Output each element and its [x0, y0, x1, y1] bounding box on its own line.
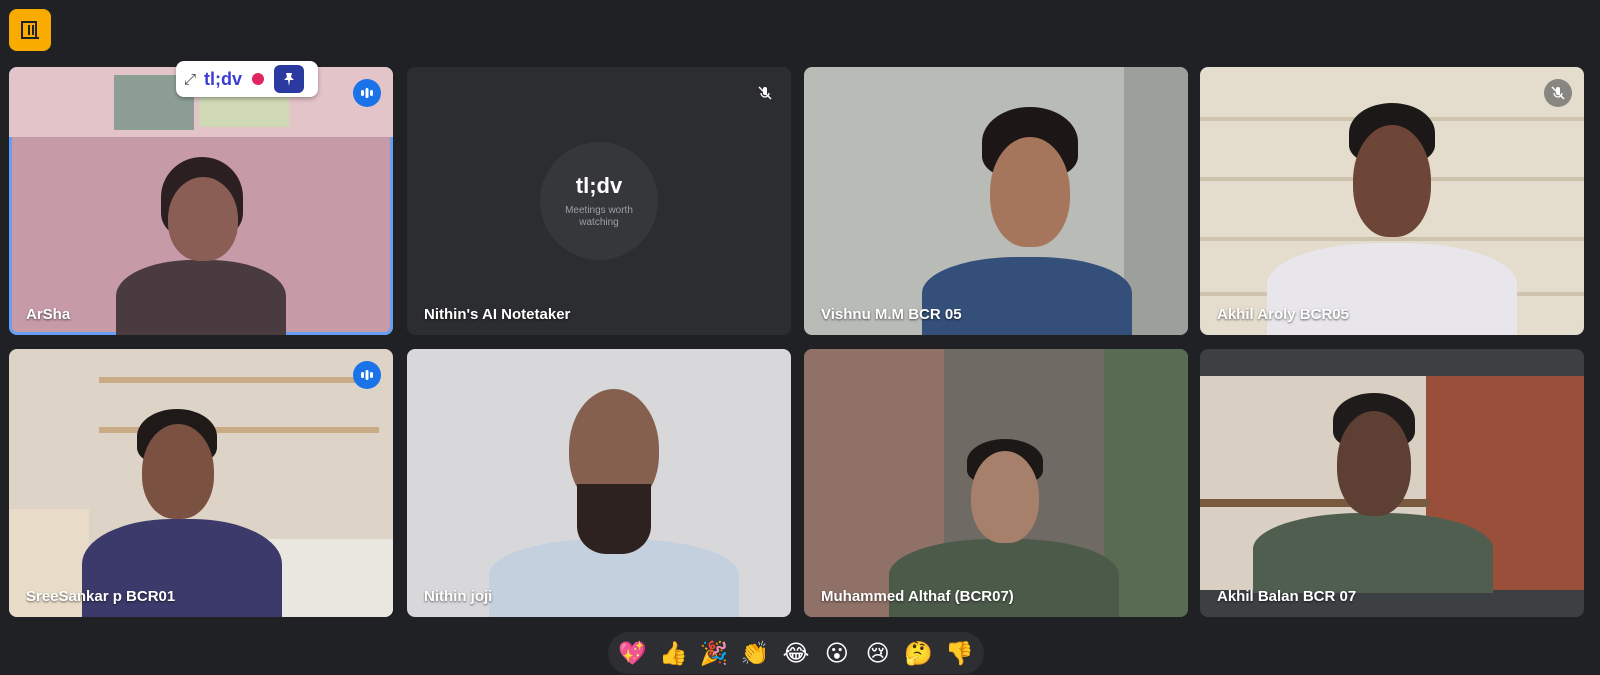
participant-tile[interactable]: tl;dv Meetings worth watching Nithin's A… [407, 67, 791, 335]
reaction-clap-button[interactable]: 👏 [735, 632, 775, 674]
participant-name: Nithin's AI Notetaker [424, 306, 571, 323]
reactions-bar: 💖 👍 🎉 👏 😂 😮 😢 🤔 👎 [608, 632, 984, 674]
reaction-heart-button[interactable]: 💖 [612, 632, 652, 674]
speaking-indicator-icon [353, 361, 381, 389]
exit-door-icon [21, 21, 39, 39]
reaction-thumbs-down-button[interactable]: 👎 [939, 632, 979, 674]
mic-off-icon [1544, 79, 1572, 107]
participant-tile[interactable]: SreeSankar p BCR01 [9, 349, 393, 617]
reaction-thumbs-up-button[interactable]: 👍 [653, 632, 693, 674]
expand-icon[interactable]: ⤢ [184, 71, 196, 88]
participant-tile[interactable]: Akhil Aroly BCR05 [1200, 67, 1584, 335]
participant-name: Muhammed Althaf (BCR07) [821, 588, 1014, 605]
exit-room-button[interactable] [9, 9, 51, 51]
participant-tile[interactable]: ArSha [9, 67, 393, 335]
tldv-brand-label: tl;dv [204, 68, 243, 89]
participant-tile[interactable]: Vishnu M.M BCR 05 [804, 67, 1188, 335]
tldv-logo: tl;dv Meetings worth watching [540, 142, 658, 260]
reaction-thinking-button[interactable]: 🤔 [899, 632, 939, 674]
pin-sparkle-icon[interactable] [274, 65, 305, 93]
participant-tile[interactable]: Akhil Balan BCR 07 [1200, 349, 1584, 617]
reaction-party-button[interactable]: 🎉 [694, 632, 734, 674]
participant-name: Nithin joji [424, 588, 493, 605]
participant-name: Vishnu M.M BCR 05 [821, 306, 962, 323]
tldv-extension-badge[interactable]: ⤢ tl;dv [176, 61, 318, 97]
tldv-tagline: Meetings worth watching [565, 205, 633, 228]
reaction-sad-button[interactable]: 😢 [858, 632, 898, 674]
reaction-surprised-button[interactable]: 😮 [817, 632, 857, 674]
participant-name: Akhil Aroly BCR05 [1217, 306, 1349, 323]
participant-name: SreeSankar p BCR01 [26, 588, 176, 605]
participant-name: ArSha [26, 306, 71, 323]
recording-dot-icon [252, 73, 265, 85]
speaking-indicator-icon [353, 79, 381, 107]
participant-tile[interactable]: Nithin joji [407, 349, 791, 617]
mic-off-icon [751, 79, 779, 107]
participant-tile[interactable]: Muhammed Althaf (BCR07) [804, 349, 1188, 617]
tldv-logo-text: tl;dv [575, 173, 623, 198]
reaction-laugh-button[interactable]: 😂 [776, 632, 816, 674]
participant-name: Akhil Balan BCR 07 [1217, 588, 1357, 605]
